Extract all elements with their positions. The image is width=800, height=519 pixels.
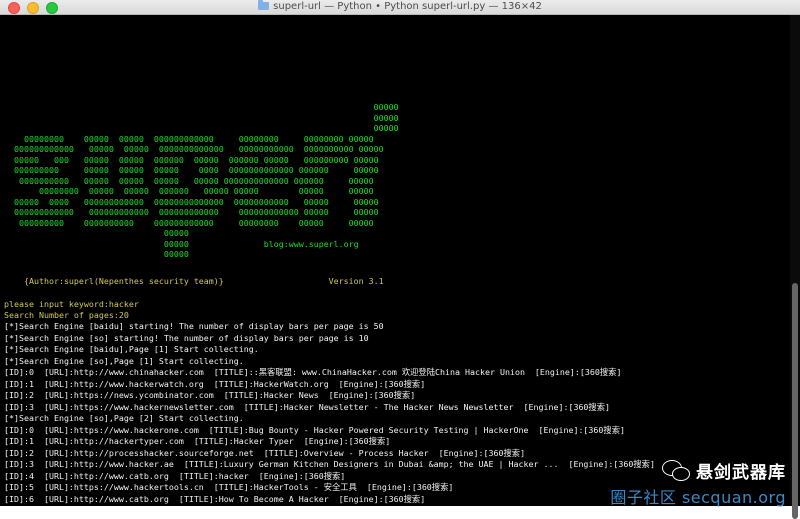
prompt-line: Search Number of pages:20 (4, 310, 129, 321)
scrollbar-thumb[interactable] (792, 283, 798, 519)
window-title: superl-url — Python • Python superl-url.… (273, 1, 542, 12)
banner-line: 00000 (4, 249, 189, 259)
ascii-banner: 00000 00000 00000 00000000 00000 00000 0… (4, 102, 399, 260)
output-line: [ID]:0 [URL]:http://www.chinahacker.com … (4, 367, 622, 377)
watermark: 悬剑武器库 圈子社区 secquan.org (556, 458, 786, 508)
output-line: [ID]:3 [URL]:https://www.hackernewslette… (4, 401, 611, 412)
watermark-name: 悬剑武器库 (696, 463, 786, 483)
banner-line: 00000 (4, 228, 189, 238)
output-line: [*]Search Engine [baidu],Page [1] Start … (4, 344, 259, 354)
banner-line: 000000000 0000000000 000000000000 000000… (4, 217, 374, 228)
wechat-icon (662, 459, 690, 482)
banner-line: 000000000000 000000000000 000000000000 0… (4, 207, 379, 217)
output-line: [*]Search Engine [so] starting! The numb… (4, 332, 369, 343)
output-line: [ID]:2 [URL]:https://news.ycombinator.co… (4, 390, 416, 400)
output-line: [ID]:1 [URL]:http://hackertyper.com [TIT… (4, 436, 391, 446)
window-title-area: superl-url — Python • Python superl-url.… (0, 0, 800, 14)
watermark-site: 圈子社区 secquan.org (610, 488, 786, 507)
scrollbar[interactable] (790, 15, 800, 519)
folder-icon (258, 0, 270, 10)
author-line: {Author:superl(Nepenthes security team)}… (4, 276, 384, 286)
banner-line: 00000 0000 000000000000 00000000000000 0… (4, 196, 379, 207)
prompt-line: please input keyword:hacker (4, 299, 139, 309)
banner-line: 0000000000 00000 00000 00000 00000 00000… (4, 175, 374, 186)
terminal-content[interactable]: 00000 00000 00000 00000000 00000 00000 0… (0, 15, 790, 506)
banner-line: 00000 blog:www.superl.org (4, 238, 359, 249)
title-bar[interactable]: superl-url — Python • Python superl-url.… (0, 0, 800, 15)
banner-line: 00000 (4, 123, 399, 133)
banner-line: 00000 000 00000 00000 000000 00000 00000… (4, 154, 379, 165)
prompt-lines: please input keyword:hacker Search Number… (4, 299, 139, 321)
banner-line: 00000000 00000 00000 000000000000 000000… (4, 133, 374, 144)
output-line: [ID]:1 [URL]:http://www.hackerwatch.org … (4, 378, 426, 389)
banner-line: 000000000000 00000 00000 0000000000000 0… (4, 144, 384, 154)
output-line: [*]Search Engine [so],Page [2] Start col… (4, 413, 244, 423)
output-line: [*]Search Engine [baidu] starting! The n… (4, 321, 384, 331)
banner-line: 000000000 00000 00000 00000 0000 0000000… (4, 165, 379, 175)
output-line: [ID]:0 [URL]:https://www.hackerone.com [… (4, 424, 626, 435)
banner-line: 00000 (4, 102, 399, 112)
output-line: [*]Search Engine [so],Page [1] Start col… (4, 355, 244, 366)
terminal-window: superl-url — Python • Python superl-url.… (0, 0, 800, 519)
banner-line: 00000 (4, 112, 399, 123)
banner-line: 00000000 00000 00000 000000 00000 00000 … (4, 186, 374, 196)
